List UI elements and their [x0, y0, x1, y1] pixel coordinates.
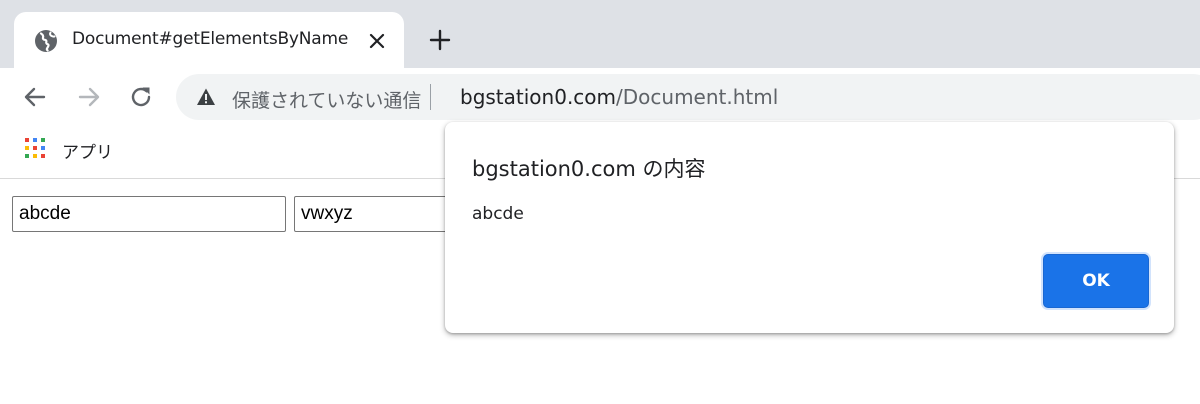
- tab-title: Document#getElementsByName: [72, 29, 349, 49]
- warning-icon[interactable]: [196, 87, 216, 107]
- browser-tab[interactable]: Document#getElementsByName: [14, 12, 404, 68]
- arrow-right-icon[interactable]: [76, 84, 102, 110]
- dialog-message: abcde: [472, 204, 524, 224]
- text-input-1[interactable]: [12, 196, 286, 232]
- url-host: bgstation0.com: [460, 85, 617, 109]
- dialog-title: bgstation0.com の内容: [472, 157, 706, 181]
- browser-toolbar: 保護されていない通信 bgstation0.com/Document.html: [0, 68, 1200, 126]
- ok-button[interactable]: OK: [1043, 254, 1149, 308]
- security-status-text[interactable]: 保護されていない通信: [232, 86, 421, 113]
- omnibox-divider: [430, 84, 431, 110]
- alert-dialog: bgstation0.com の内容 abcde OK: [445, 122, 1174, 333]
- url-text[interactable]: bgstation0.com/Document.html: [460, 85, 778, 109]
- apps-grid-icon[interactable]: [25, 138, 45, 158]
- url-path: /Document.html: [616, 85, 779, 109]
- globe-icon: [35, 30, 57, 52]
- tab-strip: Document#getElementsByName: [0, 0, 1200, 68]
- address-bar[interactable]: 保護されていない通信 bgstation0.com/Document.html: [176, 74, 1200, 120]
- plus-icon[interactable]: [428, 28, 452, 52]
- close-icon[interactable]: [367, 31, 387, 51]
- apps-bookmark-label[interactable]: アプリ: [62, 138, 113, 163]
- arrow-left-icon[interactable]: [22, 84, 48, 110]
- reload-icon[interactable]: [128, 84, 154, 110]
